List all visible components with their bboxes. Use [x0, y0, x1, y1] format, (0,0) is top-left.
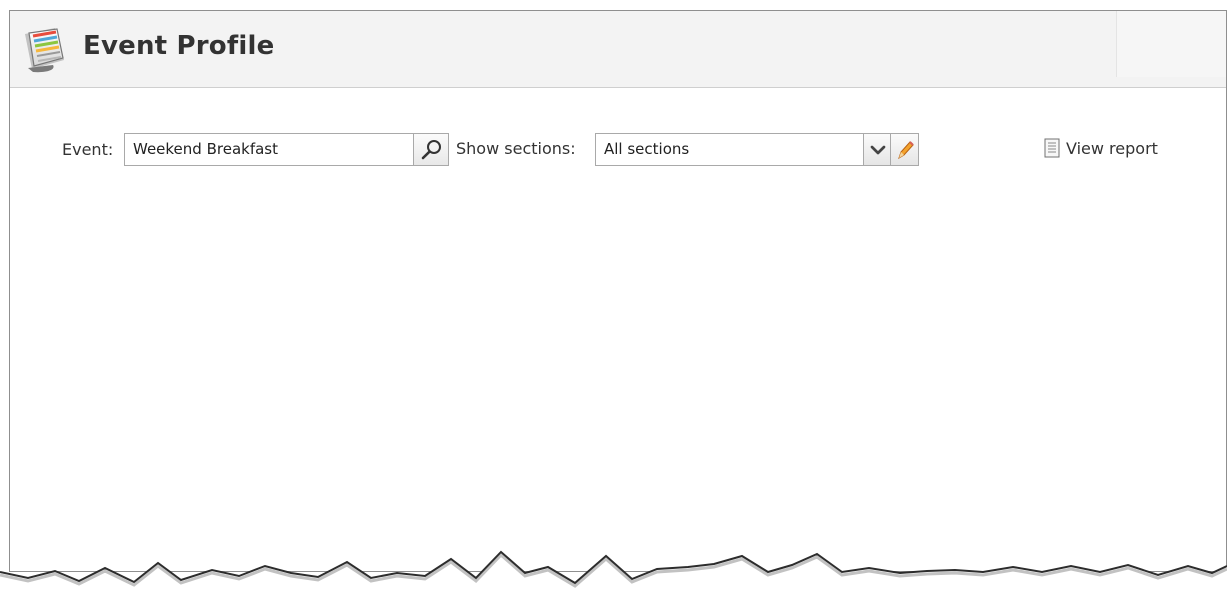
header-action-panel: [1116, 11, 1226, 77]
torn-paper-edge: [0, 550, 1227, 589]
sections-select[interactable]: All sections: [595, 133, 864, 166]
page-title: Event Profile: [83, 31, 275, 61]
view-report-link[interactable]: View report: [1043, 135, 1158, 161]
event-label: Event:: [62, 140, 114, 159]
sections-dropdown-button[interactable]: [863, 133, 891, 166]
pencil-icon: [898, 141, 914, 160]
event-profile-window: Event Profile Event: Weekend Breakfast S…: [9, 10, 1227, 572]
magnifier-icon: [421, 140, 441, 160]
document-icon: [1044, 138, 1060, 158]
event-search-input[interactable]: Weekend Breakfast: [124, 133, 414, 166]
show-sections-label: Show sections:: [456, 139, 576, 158]
event-search-button[interactable]: [414, 133, 449, 166]
page-header: Event Profile: [10, 11, 1226, 88]
event-profile-toolbar: Event: Weekend Breakfast Show sections: …: [10, 122, 1226, 166]
chevron-down-icon: [870, 145, 886, 155]
view-report-label: View report: [1066, 138, 1158, 158]
edit-sections-button[interactable]: [891, 133, 919, 166]
event-calendar-icon: [25, 28, 64, 73]
